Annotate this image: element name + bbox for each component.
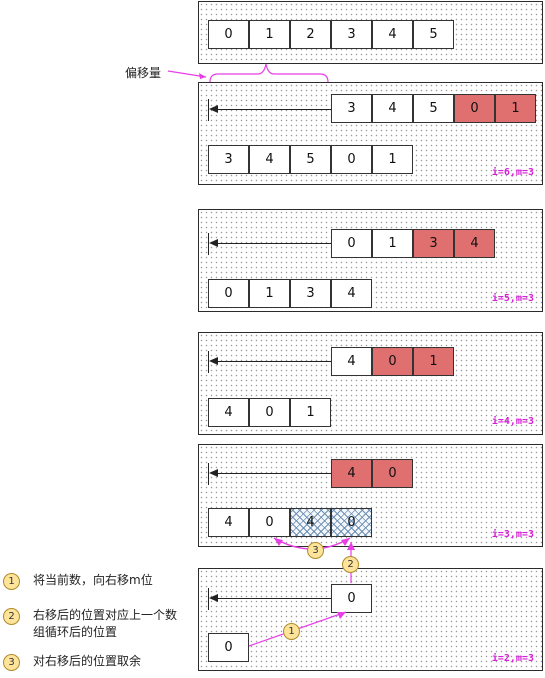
legend-text-3: 对右移后的位置取余 <box>33 654 142 668</box>
step-badge-3: 3 <box>307 542 324 559</box>
map-pointer-head <box>347 542 355 550</box>
step-badge-1: 1 <box>283 623 300 640</box>
legend-text-2: 右移后的位置对应上一个数组循环后的位置 <box>33 608 178 639</box>
legend-text-1: 将当前数，向右移m位 <box>33 573 153 587</box>
legend-badge-2: 2 <box>3 608 20 625</box>
modulo-arc-head-left <box>274 538 283 546</box>
offset-pointer-head <box>199 73 206 79</box>
offset-brace <box>209 63 329 83</box>
legend-badge-3: 3 <box>3 654 20 671</box>
step-badge-2: 2 <box>342 556 359 573</box>
modulo-arc-head-right <box>341 538 350 546</box>
shift-pointer-head <box>337 612 346 619</box>
legend-badge-1: 1 <box>3 573 20 590</box>
